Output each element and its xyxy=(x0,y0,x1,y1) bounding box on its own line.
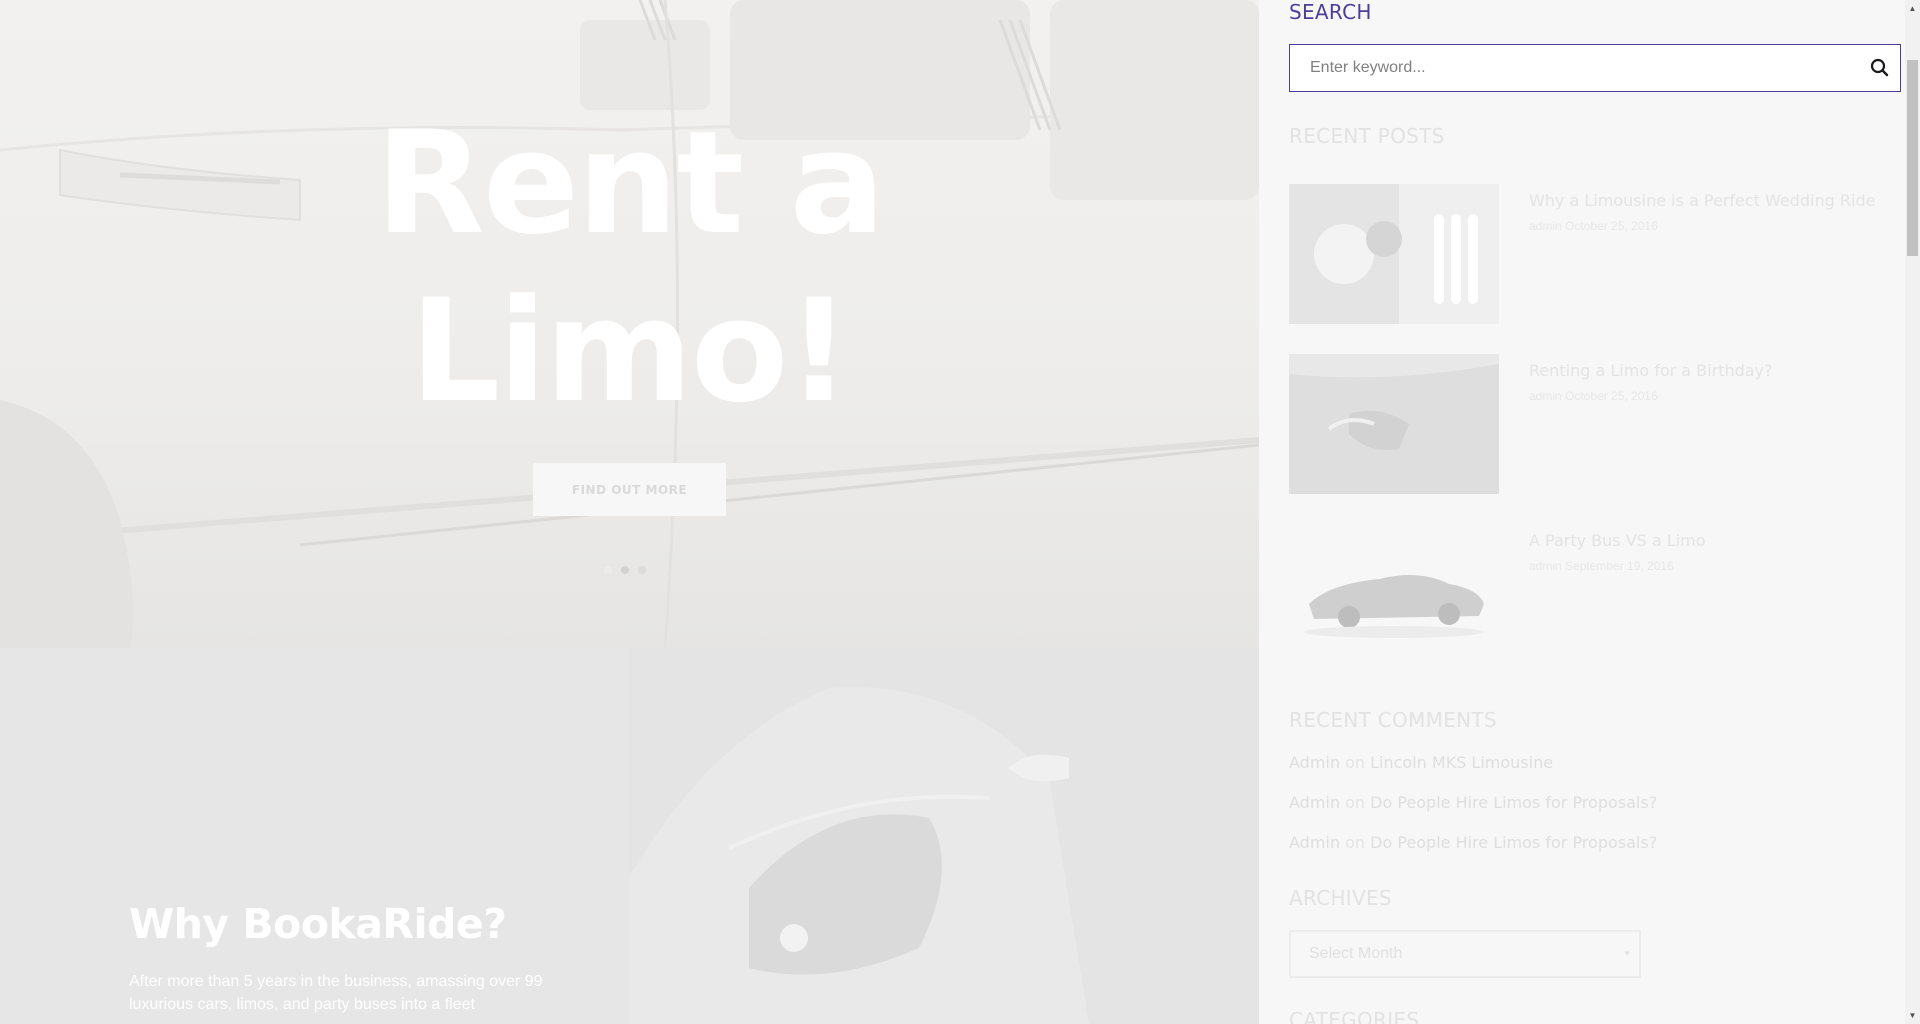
slider-dots xyxy=(604,566,646,574)
slider-dot-2[interactable] xyxy=(621,566,629,574)
post-thumbnail-wedding[interactable] xyxy=(1289,184,1499,324)
comment-on-label: on xyxy=(1345,753,1366,772)
post-author[interactable]: admin xyxy=(1529,559,1562,573)
limo-door-image xyxy=(1289,354,1499,494)
main-page: Rent a Limo! FIND OUT MORE Why BookaRide… xyxy=(0,0,1259,1024)
post-title[interactable]: Renting a Limo for a Birthday? xyxy=(1529,361,1773,380)
car-headlight-image xyxy=(629,648,1259,1024)
car-headlight-graphic xyxy=(629,687,1089,1024)
categories-heading: CATEGORIES xyxy=(1289,1008,1420,1024)
find-out-more-button[interactable]: FIND OUT MORE xyxy=(533,463,726,516)
search-button[interactable] xyxy=(1866,54,1894,82)
post-date: September 19, 2016 xyxy=(1565,559,1674,573)
post-meta: admin September 19, 2016 xyxy=(1529,559,1674,573)
search-heading: SEARCH xyxy=(1289,0,1372,24)
post-author[interactable]: admin xyxy=(1529,219,1562,233)
comment-post-link[interactable]: Do People Hire Limos for Proposals? xyxy=(1370,793,1657,812)
post-title[interactable]: Why a Limousine is a Perfect Wedding Rid… xyxy=(1529,191,1875,210)
comment-item: Admin on Do People Hire Limos for Propos… xyxy=(1289,833,1657,852)
chevron-down-icon: ▼ xyxy=(1623,949,1631,958)
search-form xyxy=(1289,44,1901,92)
search-input[interactable] xyxy=(1290,45,1850,91)
post-thumbnail-birthday[interactable] xyxy=(1289,354,1499,494)
why-section xyxy=(0,648,629,1024)
comment-item: Admin on Lincoln MKS Limousine xyxy=(1289,753,1553,772)
search-icon xyxy=(1870,58,1889,77)
post-date: October 25, 2016 xyxy=(1565,219,1658,233)
recent-post: Renting a Limo for a Birthday? admin Oct… xyxy=(1289,354,1889,494)
comment-item: Admin on Do People Hire Limos for Propos… xyxy=(1289,793,1657,812)
recent-post: A Party Bus VS a Limo admin September 19… xyxy=(1289,524,1889,664)
hero-slider: Rent a Limo! FIND OUT MORE xyxy=(0,0,1259,648)
post-meta: admin October 25, 2016 xyxy=(1529,389,1658,403)
wedding-limo-image xyxy=(1289,184,1499,324)
comment-author: Admin xyxy=(1289,833,1340,852)
scroll-down-arrow-icon[interactable]: ▼ xyxy=(1905,1007,1920,1024)
archives-heading: ARCHIVES xyxy=(1289,886,1392,910)
hero-title-line2: Limo! xyxy=(409,269,851,434)
recent-post: Why a Limousine is a Perfect Wedding Rid… xyxy=(1289,184,1889,324)
archives-selected-value: Select Month xyxy=(1309,945,1403,962)
hero-title: Rent a Limo! xyxy=(0,100,1259,436)
comment-on-label: on xyxy=(1345,833,1366,852)
post-title[interactable]: A Party Bus VS a Limo xyxy=(1529,531,1706,550)
post-thumbnail-party-bus[interactable] xyxy=(1289,524,1499,664)
why-bookaride-title: Why BookaRide? xyxy=(129,900,507,948)
page-scrollbar[interactable]: ▲ ▼ xyxy=(1905,0,1920,1024)
slider-dot-3[interactable] xyxy=(638,566,646,574)
post-meta: admin October 25, 2016 xyxy=(1529,219,1658,233)
archives-select[interactable]: Select Month ▼ xyxy=(1289,930,1641,978)
scrollbar-thumb[interactable] xyxy=(1907,60,1918,256)
comment-post-link[interactable]: Lincoln MKS Limousine xyxy=(1370,753,1553,772)
slider-dot-1[interactable] xyxy=(604,566,612,574)
comment-author: Admin xyxy=(1289,793,1340,812)
comment-on-label: on xyxy=(1345,793,1366,812)
why-bookaride-text: After more than 5 years in the business,… xyxy=(129,973,543,1013)
black-sedan-image xyxy=(1289,524,1499,664)
recent-posts-heading: RECENT POSTS xyxy=(1289,124,1445,148)
hero-title-line1: Rent a xyxy=(375,101,886,266)
comment-post-link[interactable]: Do People Hire Limos for Proposals? xyxy=(1370,833,1657,852)
sidebar: SEARCH RECENT POSTS Why a Limousine is a… xyxy=(1259,0,1905,1024)
post-author[interactable]: admin xyxy=(1529,389,1562,403)
recent-comments-heading: RECENT COMMENTS xyxy=(1289,708,1497,732)
comment-author: Admin xyxy=(1289,753,1340,772)
post-date: October 25, 2016 xyxy=(1565,389,1658,403)
scroll-up-arrow-icon[interactable]: ▲ xyxy=(1905,0,1920,17)
